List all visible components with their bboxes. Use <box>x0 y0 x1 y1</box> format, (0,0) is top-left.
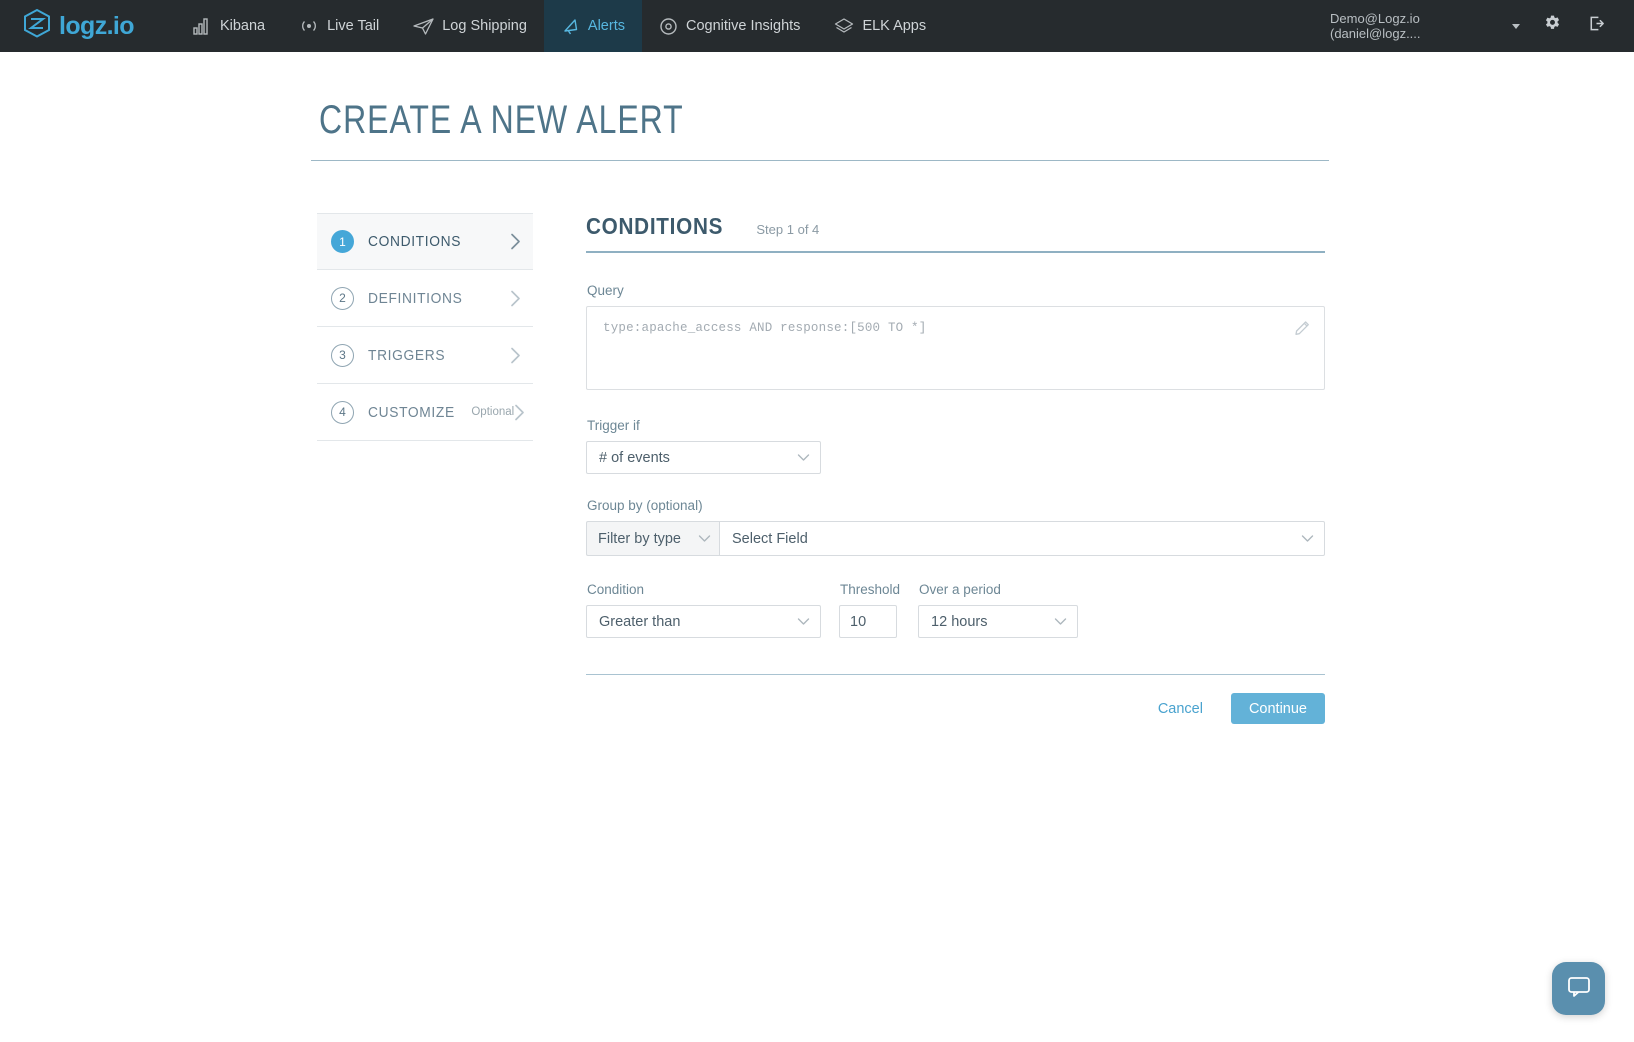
logz-cube-logo-icon <box>22 8 52 44</box>
top-navbar: logz.io Kibana Live Tail Log Shipping Al… <box>0 0 1634 52</box>
trigger-if-group: Trigger if # of events <box>586 418 1325 474</box>
query-input[interactable]: type:apache_access AND response:[500 TO … <box>586 306 1325 390</box>
step-label: TRIGGERS <box>368 346 446 364</box>
nav-item-alerts[interactable]: Alerts <box>543 0 642 52</box>
layers-icon <box>834 17 854 36</box>
user-account-menu[interactable]: Demo@Logz.io (daniel@logz.... <box>1320 11 1530 41</box>
chevron-right-icon <box>510 290 521 307</box>
nav-item-label: Log Shipping <box>442 18 527 34</box>
pencil-icon[interactable] <box>1293 319 1312 343</box>
group-by-row: Filter by type Select Field <box>586 521 1325 556</box>
chevron-down-icon <box>1054 617 1067 626</box>
continue-button[interactable]: Continue <box>1230 693 1325 724</box>
step-number-badge: 1 <box>331 230 354 253</box>
condition-label: Condition <box>587 582 645 597</box>
query-placeholder-text: type:apache_access AND response:[500 TO … <box>603 321 927 335</box>
page-title: CREATE A NEW ALERT <box>319 98 684 142</box>
nav-item-label: ELK Apps <box>862 18 927 34</box>
panel-header: CONDITIONS Step 1 of 4 <box>586 213 1325 240</box>
condition-group: Condition Greater than Threshold 10 Over… <box>586 582 1325 638</box>
paper-plane-icon <box>413 17 434 36</box>
chevron-down-icon <box>797 617 810 626</box>
navbar-right-cluster: Demo@Logz.io (daniel@logz.... <box>1320 0 1634 52</box>
trigger-if-select[interactable]: # of events <box>586 441 821 474</box>
select-field-value: Select Field <box>732 530 808 547</box>
nav-item-elk-apps[interactable]: ELK Apps <box>817 0 943 52</box>
logout-button[interactable] <box>1574 0 1618 52</box>
settings-button[interactable] <box>1530 0 1574 52</box>
chevron-right-icon <box>510 347 521 364</box>
select-field-dropdown[interactable]: Select Field <box>719 521 1325 556</box>
footer-divider <box>586 674 1325 675</box>
user-account-label: Demo@Logz.io (daniel@logz.... <box>1330 11 1421 41</box>
alert-bell-icon <box>561 17 580 36</box>
condition-value: Greater than <box>599 613 681 630</box>
step-number-badge: 2 <box>331 286 354 310</box>
threshold-column: Threshold <box>839 582 900 638</box>
gear-icon <box>1543 14 1562 38</box>
page-body: CREATE A NEW ALERT 1 CONDITIONS 2 DEFINI… <box>0 52 1634 724</box>
sidebar-item-conditions[interactable]: 1 CONDITIONS <box>317 213 533 270</box>
step-number-badge: 3 <box>331 343 354 367</box>
logout-icon <box>1587 14 1606 38</box>
nav-item-label: Live Tail <box>327 18 380 34</box>
period-select[interactable]: 12 hours <box>918 605 1079 638</box>
threshold-label: Threshold <box>840 582 901 597</box>
panel-title: CONDITIONS <box>586 213 724 239</box>
period-value: 12 hours <box>931 613 988 630</box>
step-optional-tag: Optional <box>471 406 515 418</box>
nav-item-label: Kibana <box>219 18 266 34</box>
query-label: Query <box>587 283 624 298</box>
trigger-if-label: Trigger if <box>587 418 640 433</box>
chevron-down-icon <box>1301 534 1314 543</box>
chevron-down-icon <box>797 453 810 462</box>
threshold-input[interactable] <box>839 605 897 638</box>
chat-bubble-icon <box>1566 973 1592 1004</box>
title-divider <box>311 160 1329 161</box>
chevron-right-icon <box>514 404 525 421</box>
sidebar-item-triggers[interactable]: 3 TRIGGERS <box>317 327 533 384</box>
nav-item-log-shipping[interactable]: Log Shipping <box>396 0 544 52</box>
nav-item-label: Cognitive Insights <box>685 18 801 34</box>
bar-chart-icon <box>193 17 212 35</box>
step-indicator: Step 1 of 4 <box>756 222 820 237</box>
condition-column: Condition Greater than <box>586 582 821 638</box>
filter-by-type-select[interactable]: Filter by type <box>586 521 719 556</box>
trigger-if-value: # of events <box>599 449 670 466</box>
query-group: Query type:apache_access AND response:[5… <box>586 283 1325 390</box>
step-label: CONDITIONS <box>368 233 462 250</box>
panel-divider <box>586 251 1325 253</box>
chevron-down-icon <box>698 534 711 543</box>
nav-item-cognitive-insights[interactable]: Cognitive Insights <box>642 0 817 52</box>
step-label: CUSTOMIZE <box>368 403 455 421</box>
group-by-label: Group by (optional) <box>587 498 703 513</box>
eye-target-icon <box>659 17 678 36</box>
period-column: Over a period 12 hours <box>918 582 1079 638</box>
wizard-step-list: 1 CONDITIONS 2 DEFINITIONS 3 TRIGGERS 4 … <box>317 213 533 724</box>
cancel-button[interactable]: Cancel <box>1156 697 1205 721</box>
brand-name: logz.io <box>59 11 135 40</box>
broadcast-icon <box>299 17 319 35</box>
condition-select[interactable]: Greater than <box>586 605 821 638</box>
sidebar-item-definitions[interactable]: 2 DEFINITIONS <box>317 270 533 327</box>
conditions-panel: CONDITIONS Step 1 of 4 Query type:apache… <box>586 213 1325 724</box>
step-number-badge: 4 <box>331 400 354 424</box>
nav-item-kibana[interactable]: Kibana <box>176 0 282 52</box>
group-by-group: Group by (optional) Filter by type Selec… <box>586 498 1325 556</box>
chevron-right-icon <box>510 233 521 250</box>
primary-nav: Kibana Live Tail Log Shipping Alerts Cog… <box>176 0 943 52</box>
sidebar-item-customize[interactable]: 4 CUSTOMIZE Optional <box>317 384 533 441</box>
period-label: Over a period <box>919 582 1001 597</box>
form-actions: Cancel Continue <box>586 693 1325 724</box>
chat-launcher-button[interactable] <box>1552 962 1605 1015</box>
filter-by-type-value: Filter by type <box>598 530 681 547</box>
step-label: DEFINITIONS <box>368 289 463 307</box>
caret-down-icon <box>1512 23 1520 29</box>
condition-row: Condition Greater than Threshold 10 Over… <box>586 582 1325 638</box>
brand-logo[interactable]: logz.io <box>0 0 152 52</box>
nav-item-live-tail[interactable]: Live Tail <box>282 0 396 52</box>
nav-item-label: Alerts <box>587 18 625 34</box>
